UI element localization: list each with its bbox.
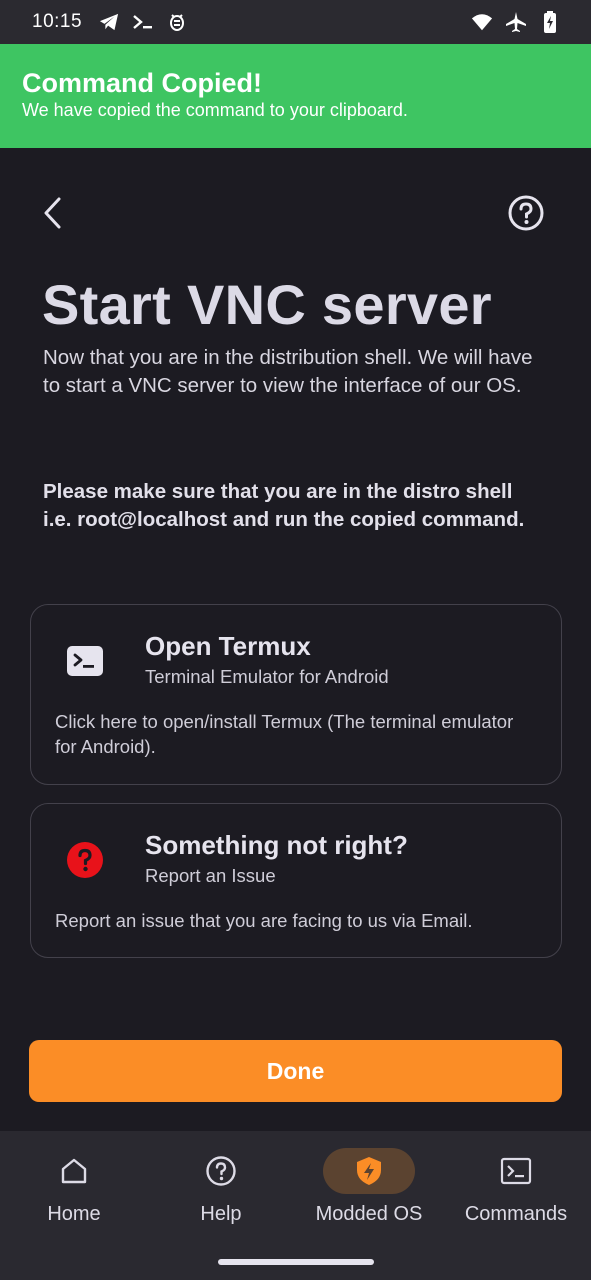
shield-bolt-icon (357, 1157, 381, 1185)
wifi-icon (471, 11, 493, 33)
terminal-icon (132, 11, 154, 33)
terminal-icon (500, 1157, 532, 1185)
home-indicator[interactable] (218, 1259, 374, 1265)
bottom-nav: Home Help Modded OS Commands (0, 1131, 591, 1280)
nav-label: Commands (464, 1203, 568, 1225)
nav-item-commands[interactable]: Commands (442, 1131, 590, 1241)
nav-label: Help (200, 1203, 242, 1225)
toast-banner: Command Copied! We have copied the comma… (0, 44, 591, 148)
battery-charging-icon (539, 11, 561, 33)
nav-icon-container (175, 1148, 267, 1194)
help-circle-icon (508, 195, 544, 231)
chevron-left-icon (44, 197, 61, 229)
card-description: Click here to open/install Termux (The t… (55, 711, 514, 757)
open-termux-card[interactable]: Open Termux Terminal Emulator for Androi… (30, 604, 562, 785)
nav-label: Modded OS (315, 1203, 423, 1225)
telegram-icon (98, 11, 120, 33)
nav-label: Home (47, 1203, 101, 1225)
toast-title: Command Copied! (22, 68, 262, 98)
card-title: Open Termux (145, 631, 311, 661)
nav-icon-container (470, 1148, 562, 1194)
nav-item-help[interactable]: Help (147, 1131, 295, 1241)
bug-icon (166, 11, 188, 33)
status-time: 10:15 (32, 11, 83, 32)
nav-icon-container (323, 1148, 415, 1194)
toast-message: We have copied the command to your clipb… (22, 100, 408, 120)
notice-text: Please make sure that you are in the dis… (43, 480, 525, 531)
page-title: Start VNC server (42, 273, 492, 336)
home-icon (61, 1158, 87, 1184)
airplane-icon (505, 11, 527, 33)
nav-item-modded-os[interactable]: Modded OS (295, 1131, 443, 1241)
status-right-icons (471, 11, 561, 33)
back-button[interactable] (34, 193, 70, 233)
help-icon (206, 1156, 236, 1186)
status-bar: 10:15 (0, 0, 591, 44)
card-subtitle: Terminal Emulator for Android (145, 666, 389, 687)
status-left-icons (98, 11, 188, 33)
terminal-icon (65, 641, 105, 681)
card-title: Something not right? (145, 830, 408, 860)
nav-icon-container (28, 1148, 120, 1194)
nav-item-home[interactable]: Home (0, 1131, 148, 1241)
card-description: Report an issue that you are facing to u… (55, 910, 473, 931)
report-issue-card[interactable]: Something not right? Report an Issue Rep… (30, 803, 562, 958)
question-icon (65, 840, 105, 880)
done-button[interactable]: Done (29, 1040, 562, 1102)
intro-text: Now that you are in the distribution she… (43, 346, 533, 397)
help-button[interactable] (506, 193, 546, 233)
card-subtitle: Report an Issue (145, 865, 276, 886)
